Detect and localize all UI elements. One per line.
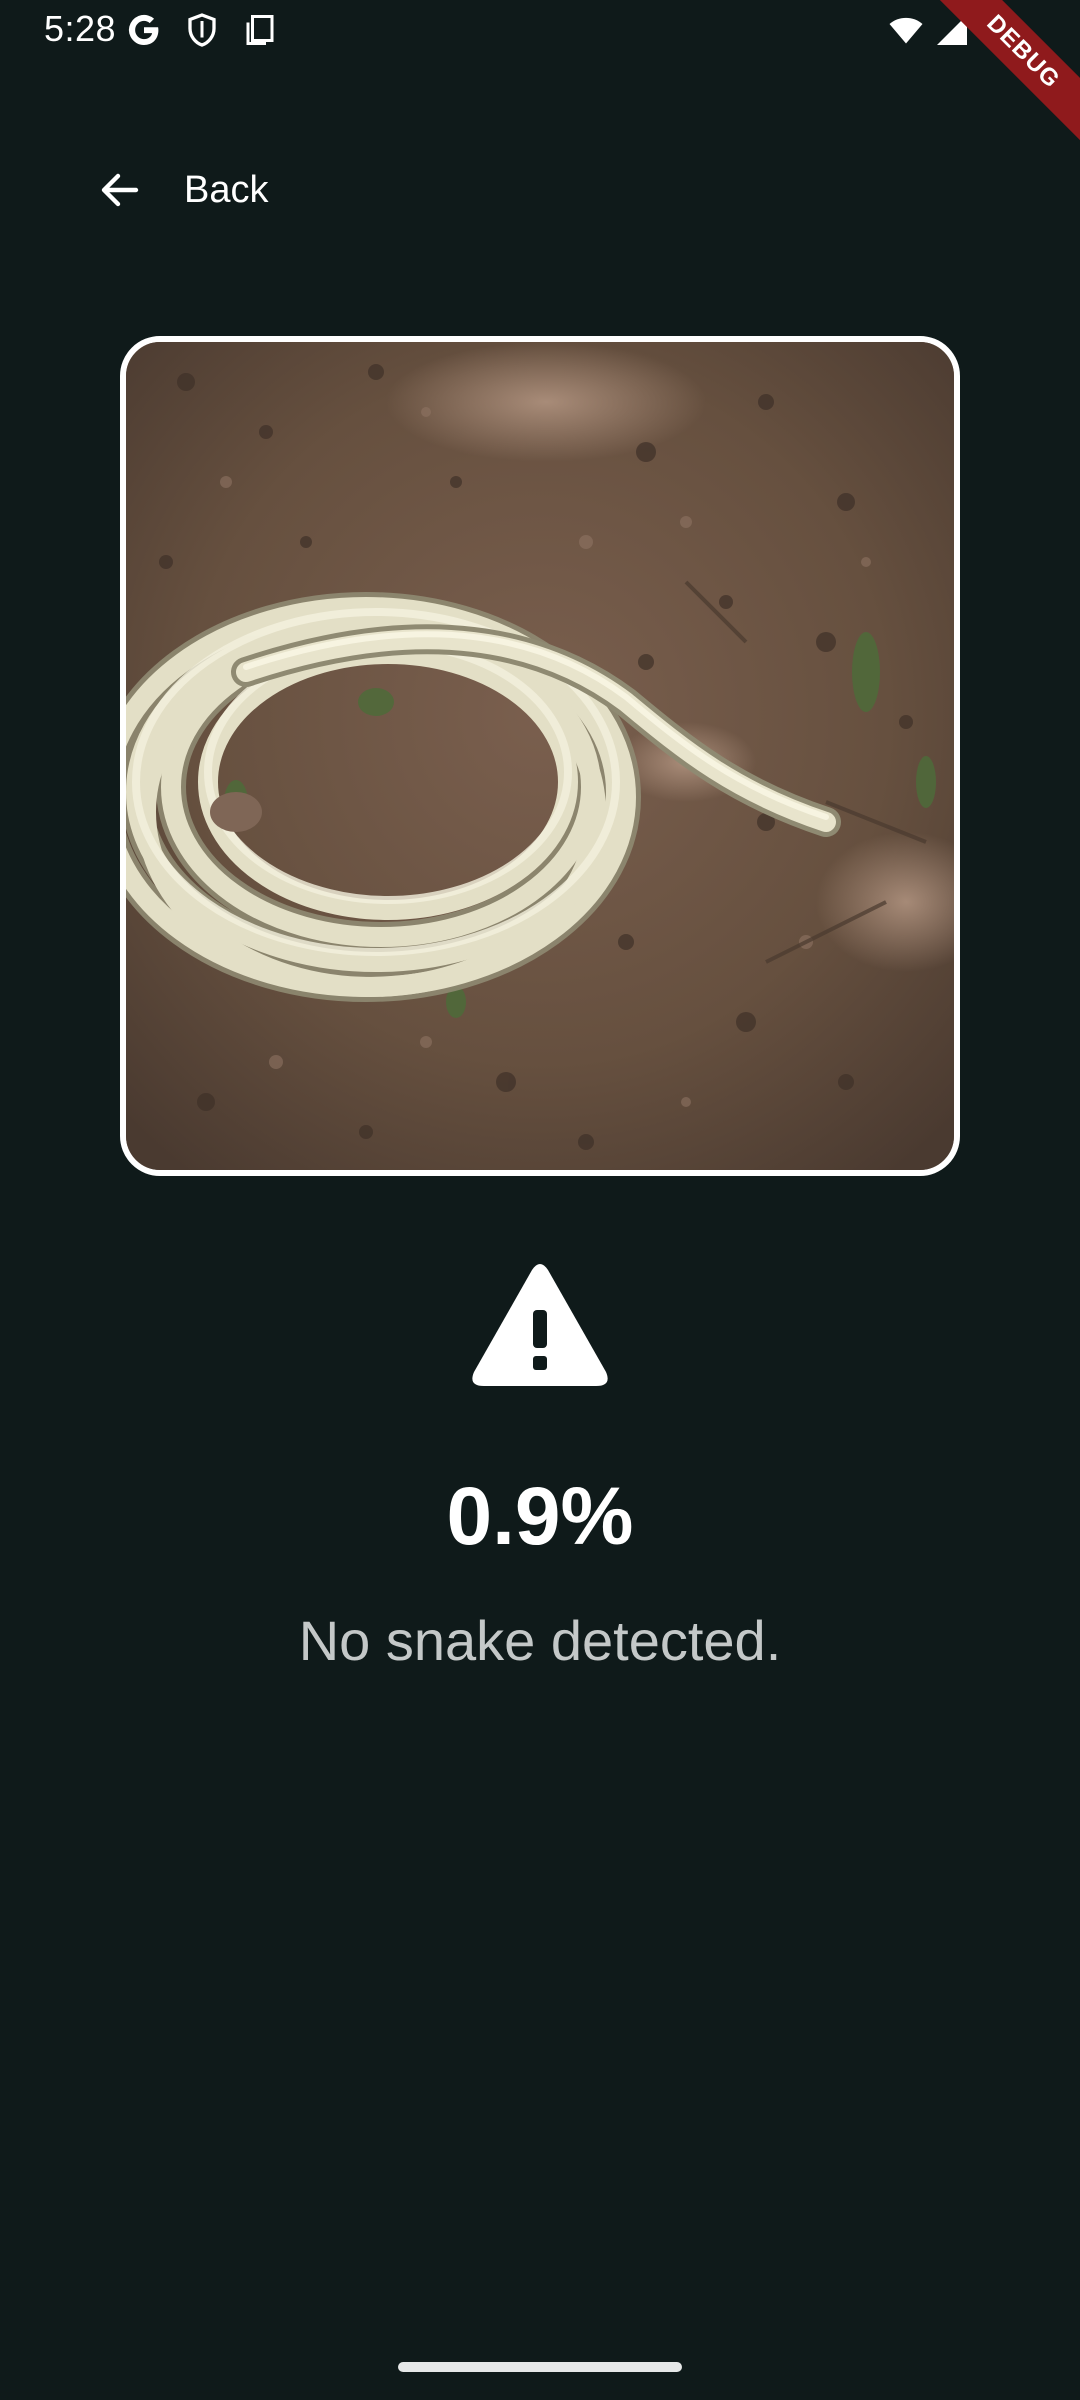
result-message: No snake detected. <box>298 1609 782 1672</box>
clipboard-icon <box>246 15 274 45</box>
home-indicator[interactable] <box>398 2362 682 2372</box>
coiled-hose-photo <box>126 342 954 1170</box>
back-label: Back <box>184 168 269 211</box>
analyzed-photo <box>120 336 960 1176</box>
confidence-value: 0.9% <box>446 1471 634 1562</box>
result-screen: 5:28 DEBUG Back 0.9% No snake detected. <box>0 0 1080 2400</box>
wifi-icon <box>889 17 923 44</box>
back-button[interactable]: Back <box>96 150 268 230</box>
status-bar: 5:28 <box>0 0 1080 64</box>
arrow-left-icon <box>101 173 139 207</box>
warning-triangle-icon <box>472 1264 608 1386</box>
status-time: 5:28 <box>44 8 117 49</box>
shield-icon <box>188 13 216 47</box>
google-icon <box>128 14 159 46</box>
